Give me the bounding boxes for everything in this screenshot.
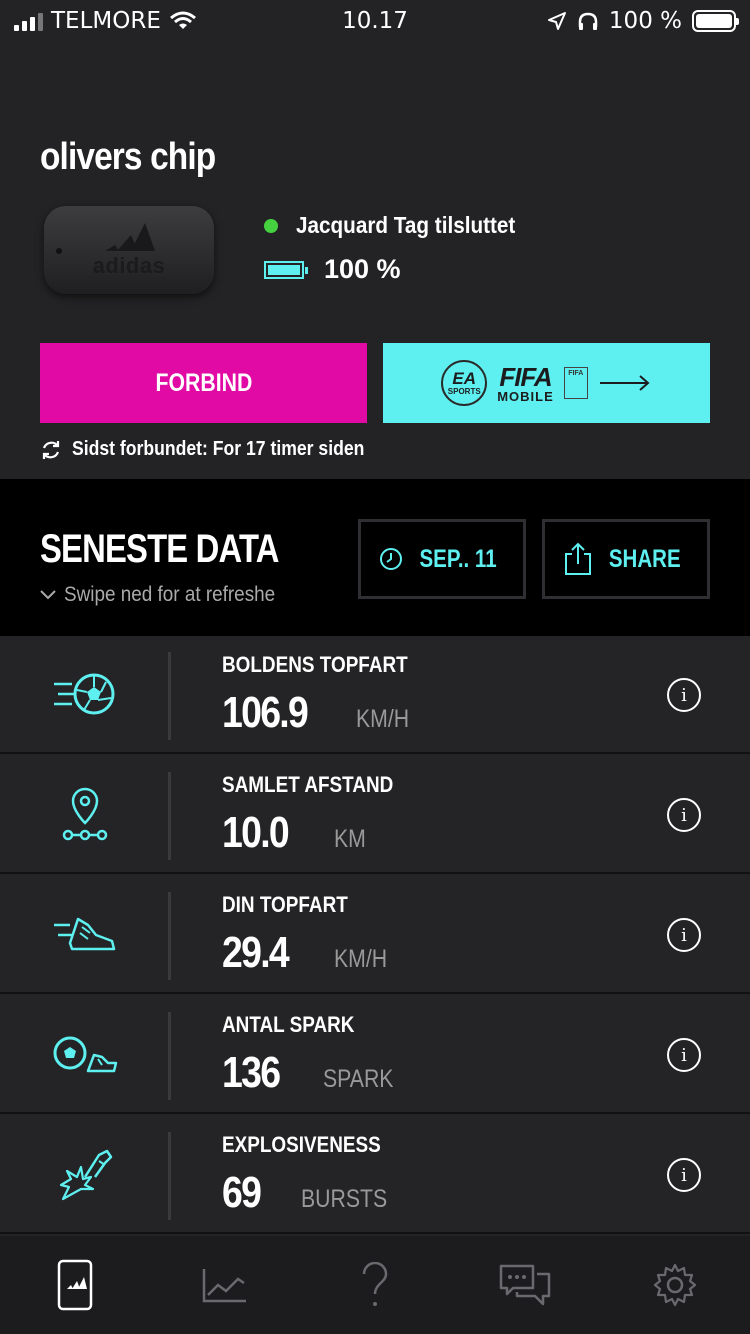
share-icon	[565, 542, 592, 575]
data-header: SENESTE DATA Swipe ned for at refreshe S…	[0, 479, 750, 636]
ball-kick-icon	[50, 1020, 120, 1090]
metric-value-group: 29.4 KM/H	[222, 928, 396, 978]
connect-button[interactable]: FORBIND	[40, 343, 367, 423]
last-connected: Sidst forbundet: For 17 timer siden	[40, 438, 404, 461]
tab-help[interactable]	[300, 1236, 450, 1334]
device-title: olivers chip	[40, 136, 216, 178]
metric-value: 29.4	[222, 928, 290, 977]
battery-icon	[692, 10, 739, 32]
explosive-shoe-icon	[50, 1140, 120, 1210]
metric-divider	[168, 1132, 171, 1220]
fifa-license-badge-icon: FIFA	[563, 367, 588, 399]
metric-divider	[168, 1012, 171, 1100]
clock-icon	[379, 548, 402, 570]
fifa-mobile-text: MOBILE	[497, 388, 554, 404]
chip-image: adidas	[44, 206, 214, 294]
metric-value: 136	[222, 1048, 281, 1097]
share-button[interactable]: SHARE	[542, 519, 710, 599]
date-label: SEP.. 11	[419, 544, 497, 573]
info-icon[interactable]: i	[667, 678, 701, 712]
metric-divider	[168, 772, 171, 860]
device-battery-icon	[264, 260, 308, 279]
info-icon[interactable]: i	[667, 918, 701, 952]
battery-percent: 100 %	[608, 8, 682, 34]
metric-row-distance[interactable]: SAMLET AFSTAND 10.0 KM i	[0, 756, 750, 874]
swipe-hint-text: Swipe ned for at refreshe	[64, 583, 276, 606]
last-connected-text: Sidst forbundet: For 17 timer siden	[72, 438, 365, 460]
fifa-title: FIFA	[499, 361, 552, 392]
tab-chat[interactable]	[450, 1236, 600, 1334]
chat-bubbles-icon	[499, 1264, 551, 1306]
fifa-mobile-button[interactable]: EA SPORTS FIFA MOBILE FIFA	[383, 343, 710, 423]
metric-row-ball-speed[interactable]: BOLDENS TOPFART 106.9 KM/H i	[0, 636, 750, 754]
arrow-right-icon	[599, 375, 650, 391]
metric-label: DIN TOPFART	[222, 892, 348, 917]
metric-row-explosiveness[interactable]: EXPLOSIVENESS 69 BURSTS i	[0, 1116, 750, 1234]
section-title: SENESTE DATA	[40, 527, 279, 571]
metric-label: EXPLOSIVENESS	[222, 1132, 381, 1157]
chip-led	[56, 248, 62, 254]
metric-value-group: 69 BURSTS	[222, 1168, 402, 1218]
chevron-down-icon	[40, 590, 56, 600]
adidas-logo-icon	[105, 223, 155, 251]
metric-value-group: 10.0 KM	[222, 808, 371, 858]
device-battery: 100 %	[264, 254, 401, 285]
metric-divider	[168, 652, 171, 740]
connection-status: Jacquard Tag tilsluttet	[264, 212, 540, 239]
metric-unit: KM/H	[356, 705, 410, 733]
connected-dot-icon	[264, 218, 278, 233]
tab-bar	[0, 1236, 750, 1334]
metric-value-group: 106.9 KM/H	[222, 688, 419, 738]
info-icon[interactable]: i	[667, 1038, 701, 1072]
distance-pin-icon	[50, 780, 120, 850]
ball-speed-icon	[50, 660, 120, 730]
metric-value: 69	[222, 1168, 262, 1217]
device-battery-text: 100 %	[324, 254, 401, 284]
info-icon[interactable]: i	[667, 798, 701, 832]
tab-stats[interactable]	[150, 1236, 300, 1334]
metric-divider	[168, 892, 171, 980]
metric-value: 10.0	[222, 808, 290, 857]
metric-label: SAMLET AFSTAND	[222, 772, 394, 797]
adidas-wordmark: adidas	[92, 253, 166, 278]
info-icon[interactable]: i	[667, 1158, 701, 1192]
sync-icon	[42, 440, 60, 459]
metric-row-kicks[interactable]: ANTAL SPARK 136 SPARK i	[0, 996, 750, 1114]
tab-device[interactable]	[0, 1236, 150, 1334]
share-label: SHARE	[609, 544, 681, 573]
connect-button-label: FORBIND	[155, 368, 252, 397]
metric-unit: SPARK	[323, 1065, 394, 1093]
metric-value: 106.9	[222, 688, 309, 737]
metric-unit: KM	[333, 825, 366, 853]
tab-settings[interactable]	[600, 1236, 750, 1334]
running-shoe-icon	[50, 900, 120, 970]
gear-icon	[653, 1263, 697, 1307]
status-right: 100 %	[547, 8, 739, 34]
connection-status-text: Jacquard Tag tilsluttet	[296, 212, 516, 238]
metric-label: ANTAL SPARK	[222, 1012, 355, 1037]
metric-value-group: 136 SPARK	[222, 1048, 406, 1098]
metric-label: BOLDENS TOPFART	[222, 652, 408, 677]
status-bar: TELMORE 10.17 100 %	[0, 0, 750, 44]
fifa-badge-text: FIFA	[568, 370, 584, 377]
metric-unit: BURSTS	[300, 1185, 388, 1213]
sports-text: SPORTS	[447, 386, 481, 396]
swipe-hint: Swipe ned for at refreshe	[40, 583, 299, 607]
headphones-icon	[578, 12, 598, 30]
location-arrow-icon	[547, 12, 566, 30]
ea-sports-logo-icon: EA SPORTS	[441, 360, 488, 406]
line-chart-icon	[202, 1269, 246, 1303]
fifa-mobile-logo: FIFA MOBILE	[497, 364, 554, 403]
date-picker-button[interactable]: SEP.. 11	[358, 519, 526, 599]
phone-device-icon	[57, 1259, 93, 1311]
ea-text: EA	[452, 368, 477, 388]
help-question-icon	[362, 1262, 388, 1306]
metric-row-top-speed[interactable]: DIN TOPFART 29.4 KM/H i	[0, 876, 750, 994]
metric-unit: KM/H	[333, 945, 387, 973]
